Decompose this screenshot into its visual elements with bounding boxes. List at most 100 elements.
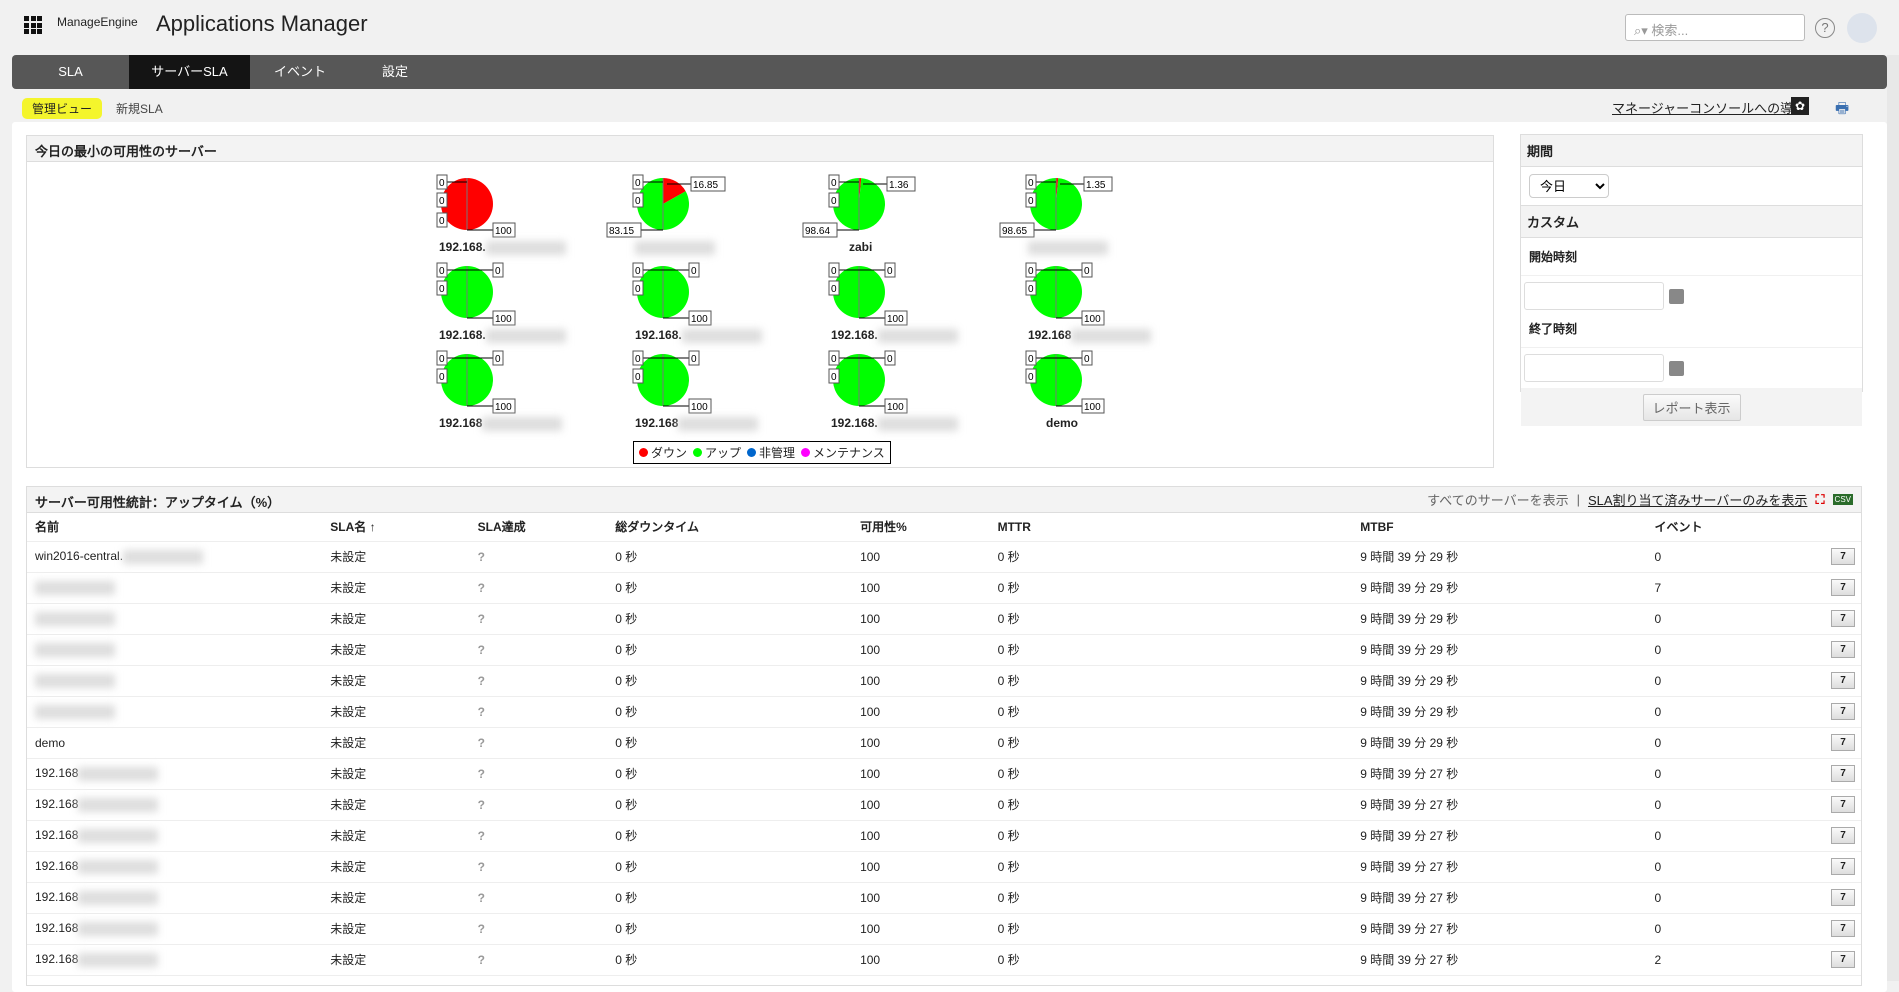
svg-text:100: 100 [495, 314, 512, 325]
availability: 100 [852, 541, 990, 573]
availability: 100 [852, 913, 990, 945]
column-header[interactable]: MTTR [989, 513, 1353, 542]
sla-name: 未設定 [322, 572, 470, 604]
print-icon[interactable]: 🖶 [1835, 98, 1849, 123]
server-name[interactable]: 192.168 [27, 913, 323, 945]
report-button[interactable]: 7 [1831, 579, 1855, 596]
show-report-button[interactable]: レポート表示 [1642, 394, 1741, 421]
report-button[interactable]: 7 [1831, 703, 1855, 720]
end-time-label: 終了時刻 [1521, 316, 1862, 348]
pie-chart[interactable]: 0 0 0 100 [976, 335, 1136, 425]
sla-achieved-icon: ? [469, 913, 608, 945]
report-button[interactable]: 7 [1831, 858, 1855, 875]
label-maintenance: 0 [436, 192, 448, 208]
report-button[interactable]: 7 [1831, 765, 1855, 782]
server-name[interactable] [27, 603, 323, 635]
sla-name: 未設定 [322, 634, 470, 666]
pie-chart[interactable]: 0 0 16.85 83.15 [583, 159, 743, 249]
column-header[interactable]: 可用性% [852, 513, 990, 542]
mttr: 0 秒 [989, 758, 1353, 790]
column-header[interactable]: 名前 [27, 513, 323, 542]
app-grid-icon[interactable] [24, 16, 42, 34]
start-time-input[interactable] [1524, 282, 1664, 310]
pie-chart[interactable]: 0 0 1.35 98.65 [976, 159, 1136, 249]
calendar-icon[interactable] [1669, 288, 1684, 304]
report-button[interactable]: 7 [1831, 827, 1855, 844]
server-name[interactable]: win2016-central. [27, 541, 323, 573]
server-name[interactable] [27, 634, 323, 666]
pie-chart[interactable]: 0 0 0 100 [583, 335, 743, 425]
column-header[interactable]: イベント [1646, 513, 1823, 542]
scrollbar[interactable] [1887, 55, 1899, 981]
sla-name: 未設定 [322, 696, 470, 728]
admin-view-link[interactable]: 管理ビュー [22, 98, 103, 119]
report-button[interactable]: 7 [1831, 672, 1855, 689]
console-link[interactable]: マネージャーコンソールへの導入 [1612, 98, 1806, 117]
report-button[interactable]: 7 [1831, 796, 1855, 813]
sla-achieved-icon: ? [469, 820, 608, 852]
calendar-icon[interactable] [1669, 360, 1684, 376]
report-button[interactable]: 7 [1831, 889, 1855, 906]
server-name[interactable] [27, 696, 323, 728]
pie-chart[interactable]: 0 0 1.36 98.64 [779, 159, 939, 249]
events: 2 [1646, 944, 1823, 976]
server-name[interactable]: 192.168 [27, 820, 323, 852]
table-row: 未設定 ? 0 秒 100 0 秒 9 時間 39 分 29 秒 7 7 [27, 572, 1861, 604]
report-button[interactable]: 7 [1831, 641, 1855, 658]
pie-server-name[interactable]: demo [1046, 416, 1246, 430]
aperture-icon[interactable]: ✿ [1791, 97, 1809, 115]
svg-text:0: 0 [831, 178, 837, 189]
search-input[interactable]: ⌕▾ 検索... [1625, 14, 1805, 41]
report-button[interactable]: 7 [1831, 951, 1855, 968]
server-name[interactable]: 192.168 [27, 789, 323, 821]
column-header[interactable]: SLA名 ↑ [322, 513, 470, 542]
server-name[interactable] [27, 665, 323, 697]
availability-table: 名前 SLA名 ↑ SLA達成 総ダウンタイム 可用性% MTTR MTBF イベント win… [27, 513, 1861, 976]
report-button[interactable]: 7 [1831, 610, 1855, 627]
avatar[interactable] [1847, 13, 1877, 43]
help-icon[interactable]: ? [1815, 18, 1835, 38]
pie-chart[interactable]: 0 0 0 100 [387, 247, 547, 337]
tab-sla[interactable]: SLA [12, 55, 129, 89]
pdf-icon[interactable]: ⛶ [1815, 492, 1824, 508]
column-header[interactable]: 総ダウンタイム [607, 513, 853, 542]
sla-name: 未設定 [322, 882, 470, 914]
pie-chart[interactable]: 0 0 0 100 [583, 247, 743, 337]
column-header[interactable]: MTBF [1352, 513, 1647, 542]
pie-chart[interactable]: 0 0 0 100 [779, 335, 939, 425]
pie-chart[interactable]: 0 0 0 100 [779, 247, 939, 337]
mtbf: 9 時間 39 分 29 秒 [1352, 541, 1647, 573]
csv-icon[interactable]: CSV [1832, 494, 1853, 505]
pie-chart[interactable]: 0 0 0 100 [387, 335, 547, 425]
report-button[interactable]: 7 [1831, 734, 1855, 751]
tab-events[interactable]: イベント [250, 55, 350, 89]
server-name[interactable]: 192.168 [27, 882, 323, 914]
show-all-servers-link[interactable]: すべてのサーバーを表示 [1427, 490, 1568, 509]
svg-text:98.64: 98.64 [805, 226, 830, 237]
column-header[interactable]: SLA達成 [469, 513, 608, 542]
pie-chart[interactable]: 0 0 0 100 [387, 159, 547, 249]
server-name[interactable]: demo [27, 727, 323, 759]
table-row: 192.168 未設定 ? 0 秒 100 0 秒 9 時間 39 分 27 秒… [27, 913, 1861, 945]
server-name[interactable] [27, 572, 323, 604]
mtbf: 9 時間 39 分 27 秒 [1352, 820, 1647, 852]
mttr: 0 秒 [989, 882, 1353, 914]
tab-settings[interactable]: 設定 [350, 55, 440, 89]
period-select[interactable]: 今日 [1529, 174, 1609, 198]
tab-server-sla[interactable]: サーバーSLA [129, 55, 250, 89]
svg-text:0: 0 [439, 216, 445, 227]
total-downtime: 0 秒 [607, 758, 853, 790]
total-downtime: 0 秒 [607, 913, 853, 945]
events: 7 [1646, 572, 1823, 604]
end-time-input[interactable] [1524, 354, 1664, 382]
server-name[interactable]: 192.168 [27, 944, 323, 976]
report-button[interactable]: 7 [1831, 548, 1855, 565]
pie-chart[interactable]: 0 0 0 100 [976, 247, 1136, 337]
new-sla-link[interactable]: 新規SLA [116, 100, 163, 117]
table-row: 192.168 未設定 ? 0 秒 100 0 秒 9 時間 39 分 27 秒… [27, 758, 1861, 790]
show-assigned-servers-link[interactable]: SLA割り当て済みサーバーのみを表示 [1588, 490, 1807, 509]
svg-text:0: 0 [635, 372, 641, 383]
report-button[interactable]: 7 [1831, 920, 1855, 937]
server-name[interactable]: 192.168 [27, 758, 323, 790]
server-name[interactable]: 192.168 [27, 851, 323, 883]
